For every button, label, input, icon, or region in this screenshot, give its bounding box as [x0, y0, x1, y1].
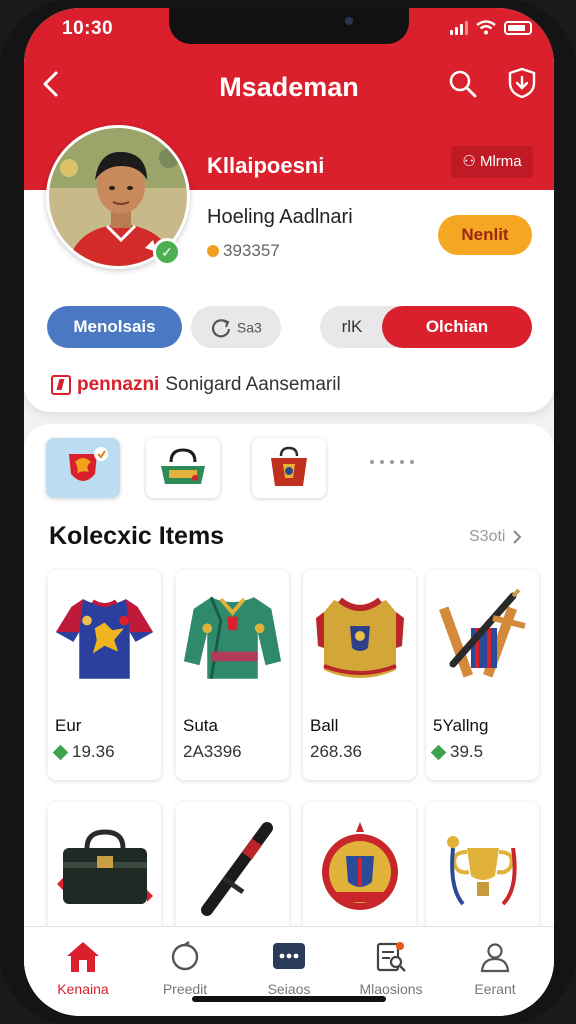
coin-count: 393357 [223, 241, 280, 260]
item-card[interactable]: Suta 2A3396 [176, 570, 289, 780]
tab-label: Seiaos [267, 981, 311, 997]
section-title: Kolecxic Items [49, 522, 225, 550]
toggle-left-option[interactable]: rlK [320, 306, 384, 348]
item-name: Ball [310, 716, 339, 735]
refresh-icon [212, 318, 231, 337]
tab-home[interactable]: Kenaina [38, 939, 128, 997]
category-crest[interactable] [252, 438, 326, 498]
wifi-icon [476, 20, 496, 35]
profile-tag[interactable]: ⚇ Mlrma [451, 146, 533, 178]
search-icon[interactable] [447, 68, 479, 100]
tab-label: Preedit [162, 981, 208, 997]
profile-name: Kllaipoesni [207, 153, 325, 178]
info-line: pennazni Sonigard Aansemaril [51, 374, 341, 396]
battery-icon [504, 20, 532, 35]
brand-logo-icon [51, 375, 71, 395]
home-indicator [192, 996, 386, 1002]
item-price: 19.36 [52, 742, 115, 762]
tag-person-icon: ⚇ [462, 153, 476, 170]
info-text: Sonigard Aansemaril [165, 374, 341, 395]
profile-tag-label: Mlrma [479, 153, 522, 170]
primary-pill-button[interactable]: Menolsais [47, 306, 182, 348]
profile-coins: 393357 [207, 241, 280, 261]
follow-button[interactable]: Nenlit [438, 215, 532, 255]
medal-icon [321, 822, 398, 910]
phone-frame: 10:30 Msademan ✓ Kllaipoesni ⚇ Mlrma Hoe… [0, 0, 576, 1024]
jersey-icon [55, 599, 154, 679]
person-icon [480, 943, 510, 973]
status-icons [450, 20, 532, 35]
gem-icon [430, 744, 447, 760]
profile-subtitle: Hoeling Aadlnari [207, 206, 353, 228]
item-card[interactable] [176, 802, 289, 932]
item-card[interactable]: Eur 19.36 [48, 570, 161, 780]
more-categories-dots[interactable] [370, 460, 414, 464]
tab-label: Eerant [474, 981, 516, 997]
bat-icon [438, 588, 526, 678]
shield-icon[interactable] [505, 66, 539, 100]
crest-icon [271, 446, 307, 486]
item-card[interactable]: 5Yallng 39.5 [426, 570, 539, 780]
secondary-pill-label: Sa3 [236, 319, 262, 336]
baton-icon [200, 822, 273, 916]
see-more-link[interactable]: S3oti [469, 528, 523, 546]
armor-icon [315, 597, 404, 678]
item-price: 39.5 [430, 742, 484, 762]
bottom-tab-bar: Kenaina Preedit Seiaos Mlaosions Eerant [24, 926, 554, 1016]
item-price: 268.36 [310, 742, 362, 762]
home-icon [67, 942, 99, 972]
item-price: 2A3396 [183, 742, 242, 762]
chat-icon [273, 943, 305, 969]
item-card[interactable] [48, 802, 161, 932]
item-card[interactable]: Ball 268.36 [303, 570, 416, 780]
secondary-pill-button[interactable]: Sa3 [191, 306, 281, 348]
tab-label: Mlaosions [359, 981, 423, 997]
search-doc-icon [376, 942, 406, 972]
item-card[interactable] [303, 802, 416, 932]
item-price-value: 39.5 [450, 742, 484, 761]
gem-icon [52, 744, 69, 760]
verified-check-icon: ✓ [153, 238, 181, 266]
toggle-right-option[interactable]: Olchian [382, 306, 532, 348]
tab-label: Kenaina [57, 981, 109, 997]
notch [169, 8, 409, 44]
jacket-icon [183, 596, 282, 680]
signal-icon [450, 20, 468, 35]
tab-profile[interactable]: Eerant [450, 939, 540, 997]
status-time: 10:30 [62, 18, 114, 39]
info-brand: pennazni [77, 374, 160, 395]
dragon-shield-icon [69, 447, 108, 481]
briefcase-icon [56, 829, 153, 904]
chevron-right-icon [513, 530, 522, 544]
item-name: Eur [55, 716, 82, 735]
category-dragon-shield[interactable] [46, 438, 120, 498]
item-name: 5Yallng [433, 716, 489, 735]
circle-icon [171, 941, 199, 971]
item-price-value: 268.36 [310, 742, 362, 761]
tab-chat[interactable]: Seiaos [244, 939, 334, 997]
app-screen: 10:30 Msademan ✓ Kllaipoesni ⚇ Mlrma Hoe… [24, 8, 554, 1016]
tab-predict[interactable]: Preedit [140, 939, 230, 997]
coin-icon [207, 245, 219, 257]
item-price-value: 2A3396 [183, 742, 242, 761]
item-price-value: 19.36 [72, 742, 115, 761]
item-name: Suta [183, 716, 218, 735]
view-toggle[interactable]: rlK Olchian [320, 306, 532, 348]
see-more-label: S3oti [469, 528, 506, 545]
tab-missions[interactable]: Mlaosions [346, 939, 436, 997]
item-card[interactable] [426, 802, 539, 932]
category-bag[interactable] [146, 438, 220, 498]
trophy-icon [446, 836, 517, 906]
bag-icon [161, 448, 205, 484]
